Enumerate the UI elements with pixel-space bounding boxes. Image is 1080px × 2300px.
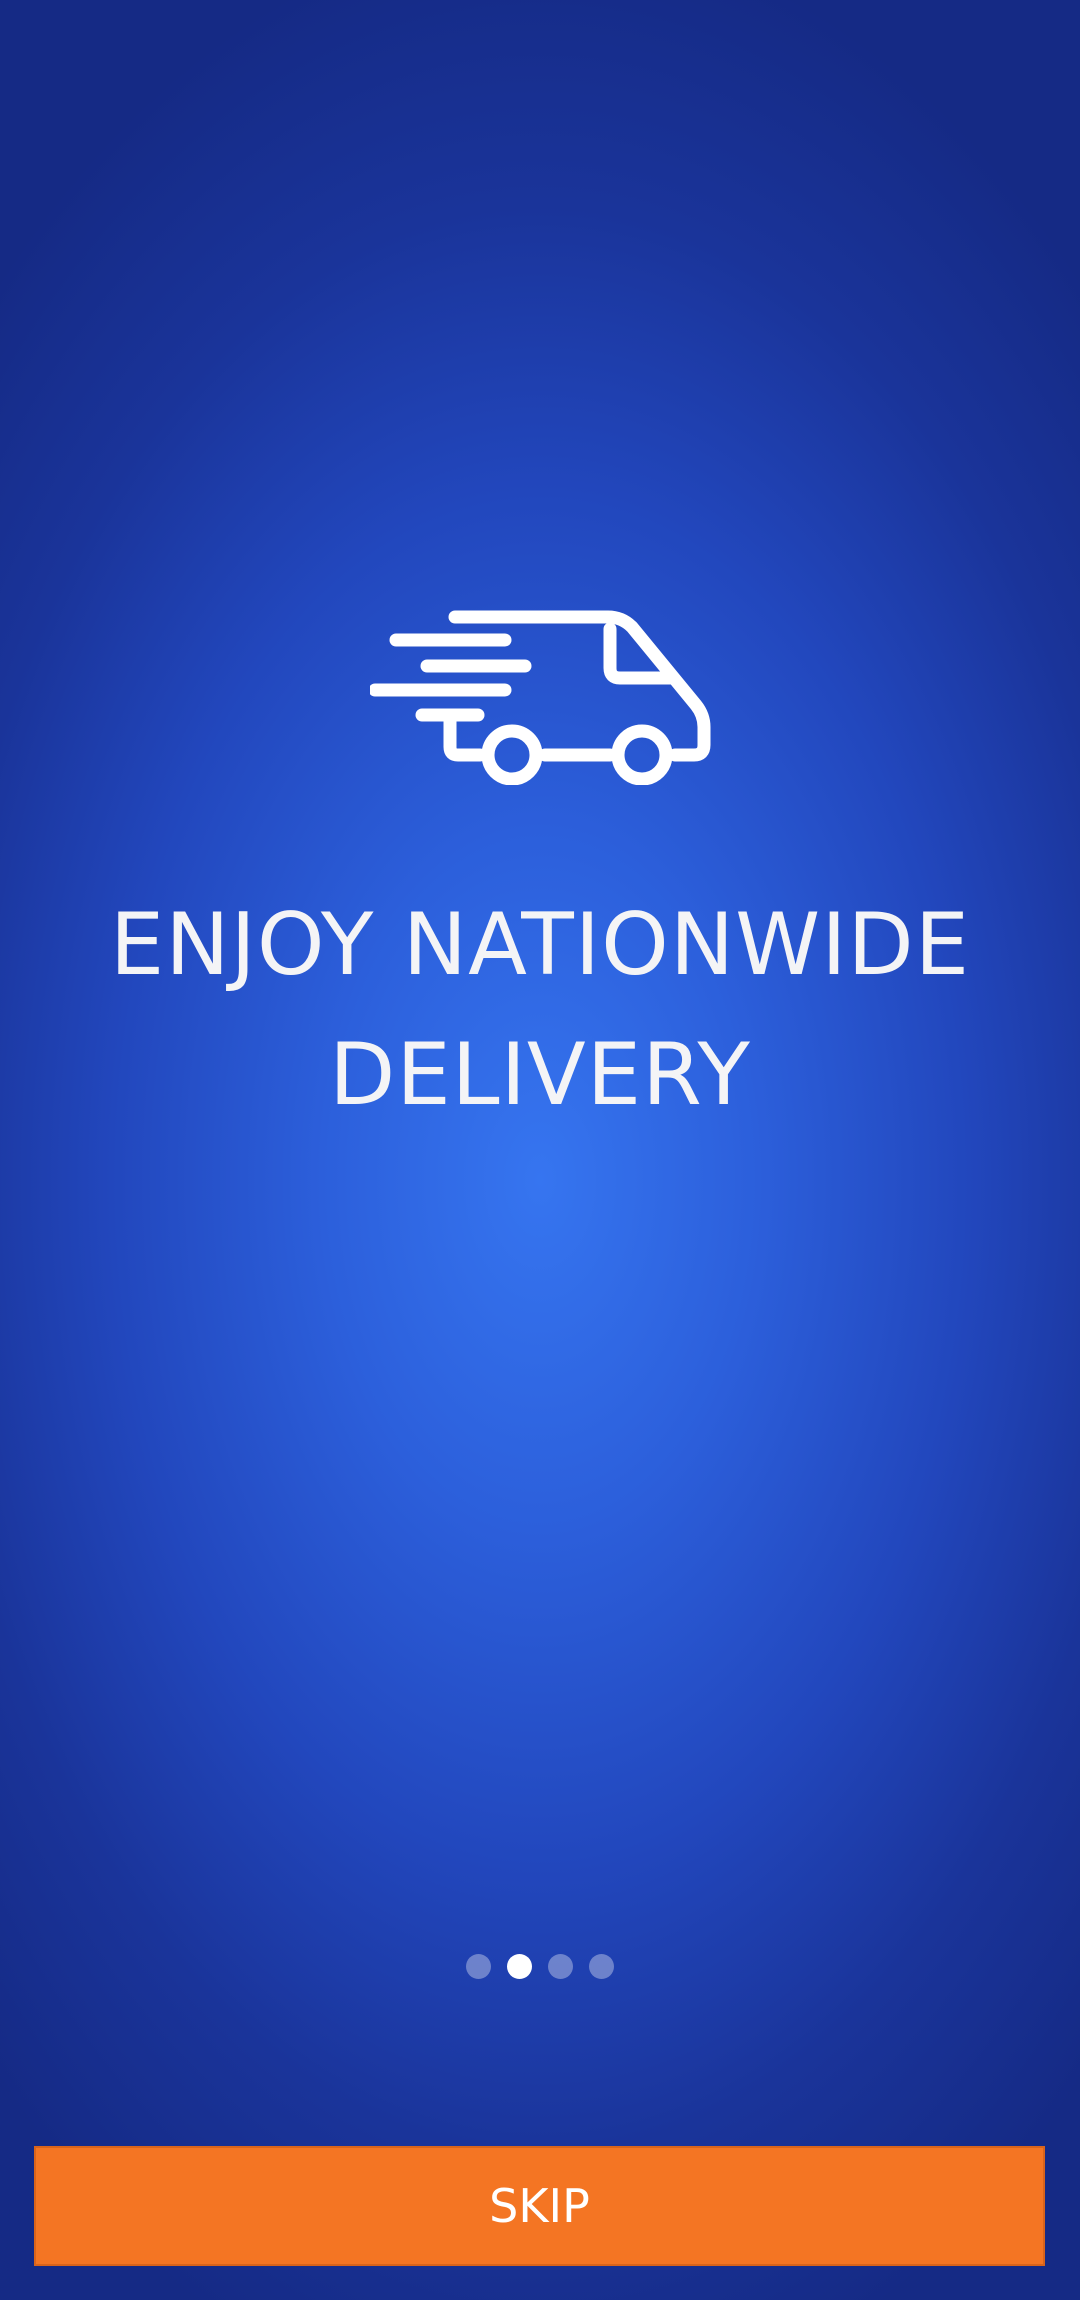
page-indicator <box>0 1954 1080 1979</box>
headline-line-2: DELIVERY <box>329 1025 751 1125</box>
page-dot-2-active[interactable] <box>507 1954 532 1979</box>
onboarding-headline: ENJOY NATIONWIDE DELIVERY <box>40 880 1040 1140</box>
skip-button-label: SKIP <box>489 2179 590 2233</box>
page-dot-4[interactable] <box>589 1954 614 1979</box>
delivery-truck-icon <box>370 610 711 785</box>
headline-line-1: ENJOY NATIONWIDE <box>109 895 971 995</box>
page-dot-1[interactable] <box>466 1954 491 1979</box>
skip-button[interactable]: SKIP <box>34 2146 1045 2266</box>
page-dot-3[interactable] <box>548 1954 573 1979</box>
